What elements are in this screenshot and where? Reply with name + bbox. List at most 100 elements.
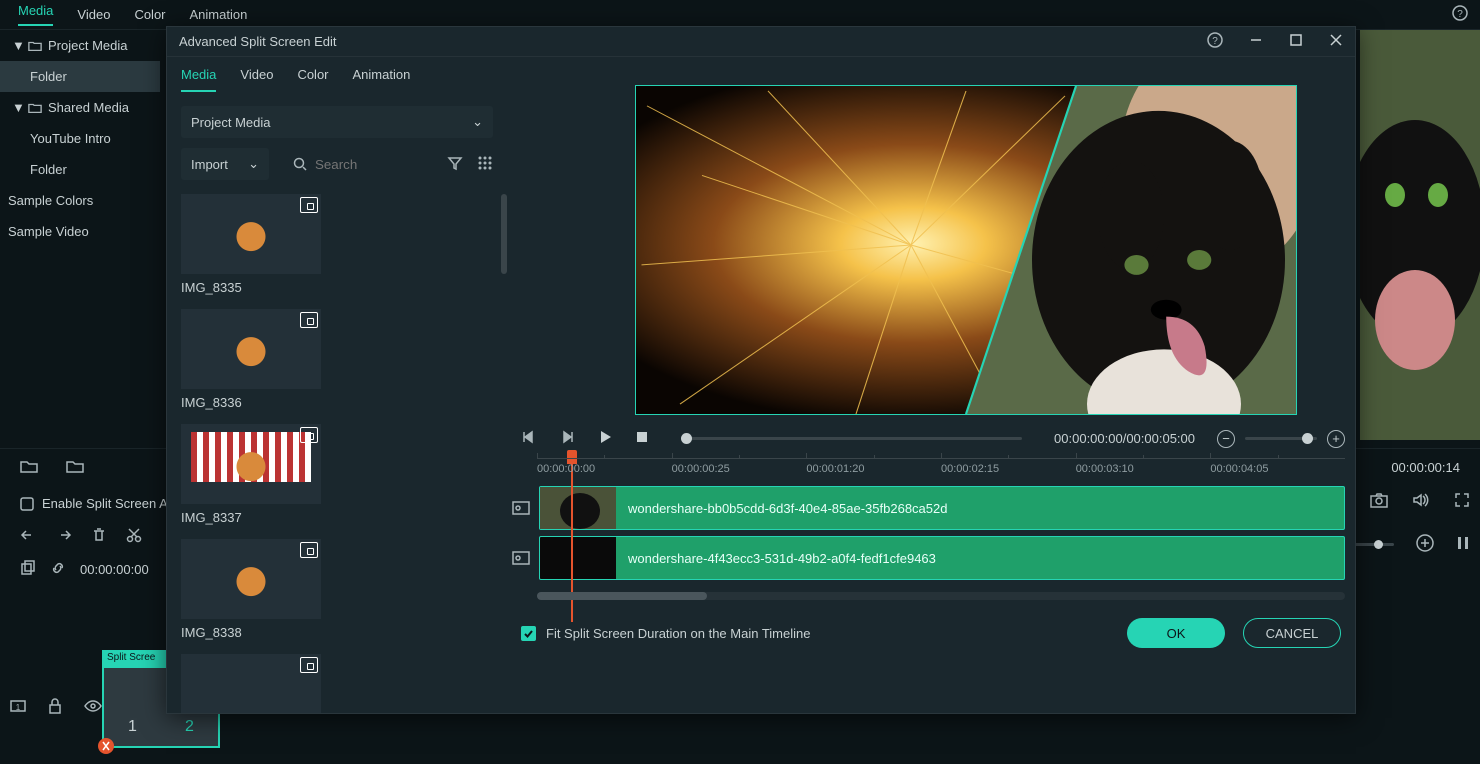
redo-icon[interactable]	[56, 528, 72, 545]
ruler-tick: 00:00:02:15	[941, 463, 999, 475]
background-preview-sliver	[1360, 30, 1480, 440]
video-track-icon[interactable]	[511, 500, 531, 516]
timeline-scrollbar[interactable]	[537, 592, 1345, 600]
timeline-clip[interactable]: wondershare-bb0b5cdd-6d3f-40e4-85ae-35fb…	[539, 486, 1345, 530]
timeline-ruler[interactable]: 00:00:00:00 00:00:00:25 00:00:01:20 00:0…	[537, 458, 1345, 480]
tree-sample-colors[interactable]: Sample Colors	[0, 185, 160, 216]
minimize-icon[interactable]	[1249, 33, 1263, 50]
tree-shared-media[interactable]: ▼Shared Media	[0, 92, 160, 123]
filter-icon[interactable]	[447, 155, 463, 174]
dialog-tab-animation[interactable]: Animation	[353, 67, 411, 92]
media-thumb[interactable]: IMG_8336	[181, 309, 493, 410]
help-icon[interactable]: ?	[1207, 32, 1223, 51]
tree-sample-video[interactable]: Sample Video	[0, 216, 160, 247]
dialog-tab-color[interactable]: Color	[297, 67, 328, 92]
timeline-track: wondershare-4f43ecc3-531d-49b2-a0f4-fedf…	[511, 536, 1345, 580]
tab-color[interactable]: Color	[134, 7, 165, 22]
media-thumb[interactable]	[181, 654, 493, 713]
dialog-footer: Fit Split Screen Duration on the Main Ti…	[507, 600, 1355, 648]
dialog-tab-video[interactable]: Video	[240, 67, 273, 92]
copy-icon[interactable]	[20, 560, 36, 579]
help-icon[interactable]: ?	[1452, 5, 1468, 24]
cancel-button[interactable]: CANCEL	[1243, 618, 1341, 648]
folder-icon[interactable]	[66, 459, 84, 476]
timeline-track: wondershare-bb0b5cdd-6d3f-40e4-85ae-35fb…	[511, 486, 1345, 530]
ruler-tick: 00:00:03:10	[1076, 463, 1134, 475]
clip-label: wondershare-4f43ecc3-531d-49b2-a0f4-fedf…	[628, 551, 936, 566]
grid-view-icon[interactable]	[477, 155, 493, 174]
tree-label: Shared Media	[48, 100, 129, 115]
clip-thumbnail	[540, 537, 616, 579]
track-video-icon[interactable]: 1	[10, 699, 26, 716]
dialog-tab-media[interactable]: Media	[181, 67, 216, 92]
ruler-tick: 00:00:00:25	[672, 463, 730, 475]
close-icon[interactable]	[1329, 33, 1343, 50]
video-track-icon[interactable]	[511, 550, 531, 566]
next-frame-icon[interactable]	[559, 429, 575, 448]
fit-duration-checkbox[interactable]	[521, 626, 536, 641]
search-input[interactable]	[283, 150, 433, 179]
media-thumb[interactable]: IMG_8338	[181, 539, 493, 640]
tree-folder-2[interactable]: Folder	[0, 154, 160, 185]
prev-frame-icon[interactable]	[521, 429, 537, 448]
pause-icon[interactable]	[1456, 535, 1470, 554]
split-screen-preview[interactable]	[635, 85, 1297, 415]
play-icon[interactable]	[597, 429, 613, 448]
snapshot-icon[interactable]	[1370, 492, 1388, 511]
clip-label: wondershare-bb0b5cdd-6d3f-40e4-85ae-35fb…	[628, 501, 947, 516]
media-thumb[interactable]: IMG_8337	[181, 424, 493, 525]
link-icon[interactable]	[50, 560, 66, 579]
clip-slot-number: 2	[161, 718, 218, 736]
image-badge-icon	[300, 197, 318, 213]
split-handle-icon[interactable]	[96, 736, 116, 756]
enable-split-checkbox[interactable]: Enable Split Screen An	[20, 496, 175, 511]
search-field[interactable]	[313, 156, 403, 173]
new-folder-icon[interactable]	[20, 459, 38, 476]
lock-icon[interactable]	[48, 698, 62, 717]
fullscreen-icon[interactable]	[1454, 492, 1470, 511]
seek-slider[interactable]	[681, 437, 1022, 440]
chevron-down-icon: ⌄	[248, 156, 259, 172]
thumb-label: IMG_8338	[181, 625, 493, 640]
tab-media[interactable]: Media	[18, 3, 53, 26]
maximize-icon[interactable]	[1289, 33, 1303, 50]
stop-icon[interactable]	[635, 430, 649, 447]
add-track-icon[interactable]	[1416, 534, 1434, 555]
image-badge-icon	[300, 427, 318, 443]
tree-project-media[interactable]: ▼Project Media	[0, 30, 160, 61]
timeline-clip[interactable]: wondershare-4f43ecc3-531d-49b2-a0f4-fedf…	[539, 536, 1345, 580]
clip-thumbnail	[540, 487, 616, 529]
cut-icon[interactable]	[126, 527, 142, 546]
import-dropdown[interactable]: Import ⌄	[181, 148, 269, 180]
project-media-dropdown[interactable]: Project Media ⌄	[181, 106, 493, 138]
thumb-label: IMG_8336	[181, 395, 493, 410]
tree-label: Sample Colors	[8, 193, 93, 208]
ok-button[interactable]: OK	[1127, 618, 1225, 648]
dropdown-label: Import	[191, 157, 228, 172]
dialog-titlebar: Advanced Split Screen Edit ?	[167, 27, 1355, 57]
media-thumb[interactable]: IMG_8335	[181, 194, 493, 295]
tab-animation[interactable]: Animation	[190, 7, 248, 22]
zoom-in-icon[interactable]: +	[1327, 430, 1345, 448]
button-label: CANCEL	[1266, 626, 1319, 641]
eye-icon[interactable]	[84, 700, 102, 715]
tree-label: Sample Video	[8, 224, 89, 239]
advanced-split-screen-dialog: Advanced Split Screen Edit ? Media Video…	[166, 26, 1356, 714]
delete-icon[interactable]	[92, 527, 106, 546]
button-label: OK	[1167, 626, 1186, 641]
thumb-label: IMG_8335	[181, 280, 493, 295]
audio-icon[interactable]	[1412, 492, 1430, 511]
zoom-slider[interactable]	[1245, 437, 1317, 440]
dialog-preview-panel: 00:00:00:00/00:00:05:00 − + 00:00:00:00 …	[507, 57, 1355, 713]
media-grid: IMG_8335 IMG_8336 IMG_8337 IMG_8338	[167, 194, 507, 713]
svg-text:?: ?	[1457, 9, 1463, 20]
tree-folder[interactable]: Folder	[0, 61, 160, 92]
zoom-out-icon[interactable]: −	[1217, 430, 1235, 448]
search-icon	[293, 157, 307, 171]
enable-split-label: Enable Split Screen An	[42, 496, 175, 511]
tree-label: Folder	[30, 69, 67, 84]
ruler-tick: 00:00:04:05	[1210, 463, 1268, 475]
undo-icon[interactable]	[20, 528, 36, 545]
tree-youtube-intro[interactable]: YouTube Intro	[0, 123, 160, 154]
tab-video[interactable]: Video	[77, 7, 110, 22]
